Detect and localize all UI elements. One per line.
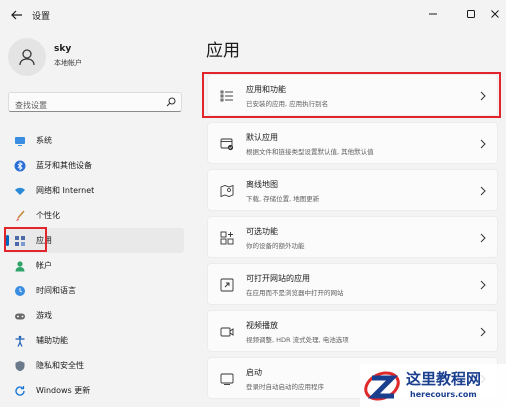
- sidebar-item-label: 帐户: [36, 261, 52, 270]
- optional-features-icon: [220, 231, 234, 245]
- sidebar-item-label: Windows 更新: [36, 386, 91, 395]
- card-subtitle: 你的设备的额外功能: [246, 242, 305, 250]
- card-apps-for-websites[interactable]: 可打开网站的应用 在应用而不是浏览器中打开的网站: [207, 263, 498, 305]
- sidebar-item-label: 系统: [36, 136, 52, 145]
- card-title: 默认应用: [246, 133, 278, 142]
- person-silhouette-icon: [19, 49, 35, 66]
- card-title: 可选功能: [246, 227, 278, 236]
- sidebar-item-label: 个性化: [36, 211, 60, 220]
- sidebar-item-bluetooth[interactable]: 蓝牙和其他设备: [6, 153, 184, 178]
- sidebar-item-gaming[interactable]: 游戏: [6, 303, 184, 328]
- card-title: 视频播放: [246, 321, 278, 330]
- globe-clock-icon: [14, 285, 26, 297]
- card-subtitle: 根据文件和链接类型设置默认值, 其他默认值: [246, 148, 374, 156]
- search-input[interactable]: [9, 96, 159, 115]
- watermark-logo-icon: [364, 371, 400, 401]
- avatar: [8, 38, 46, 76]
- sidebar-item-system[interactable]: 系统: [6, 128, 184, 153]
- chevron-right-icon: [480, 327, 486, 337]
- card-video-playback[interactable]: 视频播放 视频调整, HDR 流式处理, 电池选项: [207, 310, 498, 352]
- sidebar-nav: 系统 蓝牙和其他设备 网络和 Internet 个性化 应用 帐户 时间和语言 …: [6, 128, 184, 403]
- wifi-icon: [14, 185, 26, 197]
- back-arrow-icon[interactable]: [10, 8, 24, 22]
- user-name: sky: [54, 44, 72, 54]
- watermark: 这里教程网 herecours.com: [360, 364, 506, 407]
- window-title: 设置: [32, 12, 51, 22]
- sidebar-item-label: 网络和 Internet: [36, 186, 95, 195]
- watermark-title: 这里教程网: [406, 370, 482, 388]
- sidebar-item-network[interactable]: 网络和 Internet: [6, 178, 184, 203]
- monitor-icon: [14, 135, 26, 147]
- gamepad-icon: [14, 310, 26, 322]
- sidebar-item-label: 游戏: [36, 311, 52, 320]
- maximize-button[interactable]: [458, 3, 484, 25]
- card-subtitle: 登录时自动启动的应用程序: [246, 383, 324, 391]
- sidebar-item-accessibility[interactable]: 辅助功能: [6, 328, 184, 353]
- video-icon: [220, 327, 234, 337]
- person-icon: [14, 260, 26, 272]
- sidebar-item-windows-update[interactable]: Windows 更新: [6, 378, 184, 403]
- highlight-box-card: [202, 72, 501, 118]
- brush-icon: [14, 209, 26, 222]
- card-title: 离线地图: [246, 180, 278, 189]
- card-title: 启动: [246, 368, 262, 377]
- card-subtitle: 视频调整, HDR 流式处理, 电池选项: [246, 336, 349, 344]
- web-apps-icon: [220, 278, 234, 292]
- shield-icon: [14, 360, 26, 372]
- search-icon[interactable]: [166, 97, 176, 107]
- chevron-right-icon: [480, 233, 486, 243]
- accessibility-icon: [14, 335, 26, 347]
- card-subtitle: 下载, 存储位置, 地图更新: [246, 195, 320, 203]
- card-title: 可打开网站的应用: [246, 274, 310, 283]
- user-profile[interactable]: sky 本地帐户: [8, 38, 198, 78]
- card-optional-features[interactable]: 可选功能 你的设备的额外功能: [207, 216, 498, 258]
- minimize-icon: [429, 13, 437, 15]
- update-icon: [14, 385, 26, 397]
- chevron-right-icon: [480, 280, 486, 290]
- sidebar-item-time-language[interactable]: 时间和语言: [6, 278, 184, 303]
- sidebar-item-label: 辅助功能: [36, 336, 68, 345]
- watermark-url: herecours.com: [410, 390, 477, 399]
- card-subtitle: 在应用而不是浏览器中打开的网站: [246, 289, 344, 297]
- search-box[interactable]: [8, 92, 182, 115]
- chevron-right-icon: [480, 139, 486, 149]
- account-type: 本地帐户: [54, 59, 82, 67]
- card-default-apps[interactable]: 默认应用 根据文件和链接类型设置默认值, 其他默认值: [207, 122, 498, 164]
- sidebar-item-label: 隐私和安全性: [36, 361, 84, 370]
- sidebar-item-privacy[interactable]: 隐私和安全性: [6, 353, 184, 378]
- close-icon: [491, 10, 499, 18]
- close-button[interactable]: [482, 3, 506, 25]
- bluetooth-icon: [14, 160, 26, 172]
- sidebar-item-label: 时间和语言: [36, 286, 76, 295]
- minimize-button[interactable]: [420, 3, 446, 25]
- chevron-right-icon: [480, 186, 486, 196]
- title-bar: 设置: [0, 0, 506, 30]
- startup-icon: [220, 373, 234, 385]
- highlight-box-nav: [4, 227, 47, 252]
- map-icon: [220, 184, 234, 198]
- sidebar-item-accounts[interactable]: 帐户: [6, 253, 184, 278]
- card-offline-maps[interactable]: 离线地图 下载, 存储位置, 地图更新: [207, 169, 498, 211]
- maximize-icon: [467, 10, 475, 18]
- page-title: 应用: [206, 41, 240, 61]
- sidebar-item-personalization[interactable]: 个性化: [6, 203, 184, 228]
- sidebar-item-label: 蓝牙和其他设备: [36, 161, 92, 170]
- default-apps-icon: [220, 138, 234, 151]
